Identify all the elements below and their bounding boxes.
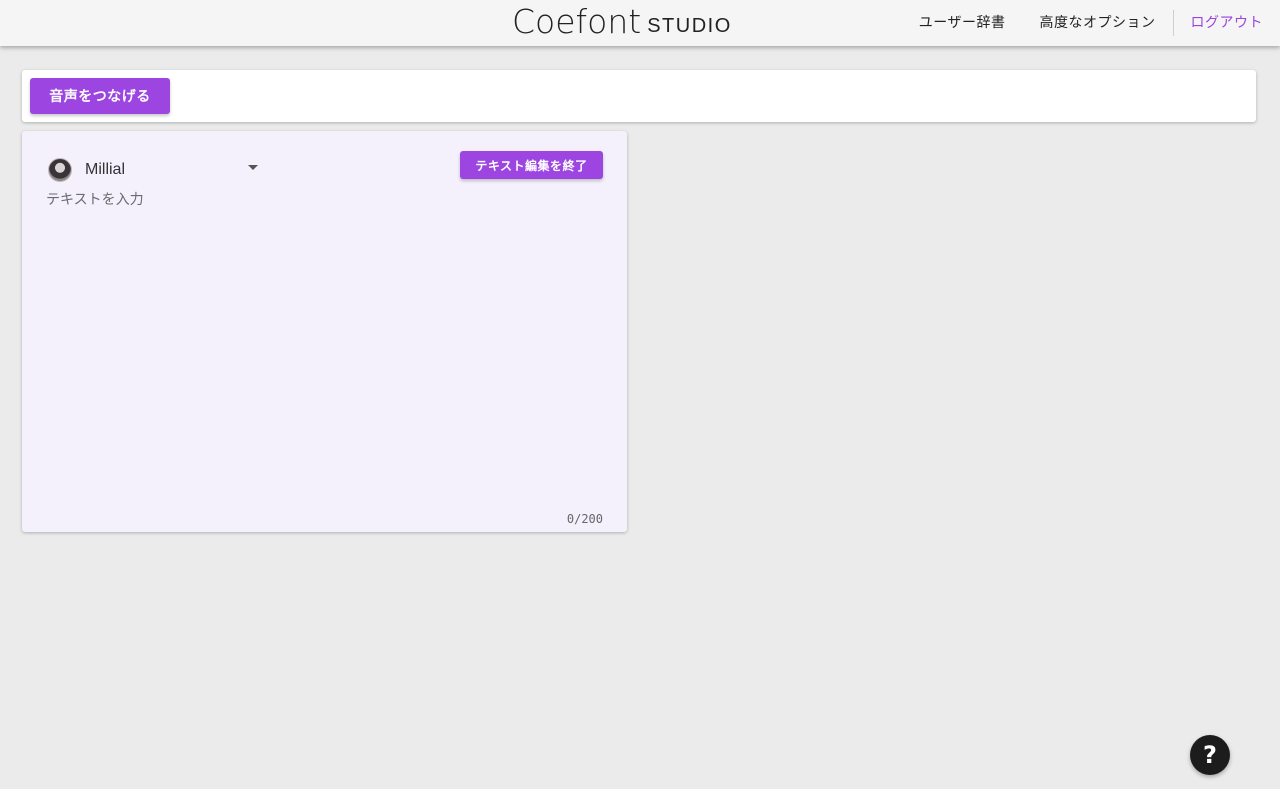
text-input[interactable]: [46, 189, 602, 489]
nav-user-dictionary[interactable]: ユーザー辞書: [902, 0, 1023, 46]
coefont-studio-logo[interactable]: Coefont STUDIO: [512, 4, 732, 40]
voice-avatar: [48, 158, 72, 182]
text-editor-card: Millial テキスト編集を終了 0/200: [22, 131, 627, 532]
logo-product: STUDIO: [647, 15, 732, 37]
logo-mark: Coefont: [512, 2, 642, 41]
help-button[interactable]: ?: [1190, 735, 1230, 775]
nav-advanced-options[interactable]: 高度なオプション: [1023, 0, 1173, 46]
question-mark-icon: ?: [1203, 741, 1217, 769]
header-nav: ユーザー辞書 高度なオプション ログアウト: [902, 0, 1280, 46]
character-count: 0/200: [566, 512, 603, 526]
end-text-edit-button[interactable]: テキスト編集を終了: [460, 151, 603, 179]
app-header: Coefont STUDIO ユーザー辞書 高度なオプション ログアウト: [0, 0, 1280, 46]
caret-down-icon[interactable]: [248, 165, 258, 170]
toolbar-card: 音声をつなげる: [22, 70, 1256, 122]
voice-select[interactable]: Millial: [48, 157, 284, 183]
voice-name: Millial: [85, 161, 125, 178]
join-audio-button[interactable]: 音声をつなげる: [30, 78, 170, 114]
nav-logout[interactable]: ログアウト: [1174, 0, 1280, 46]
